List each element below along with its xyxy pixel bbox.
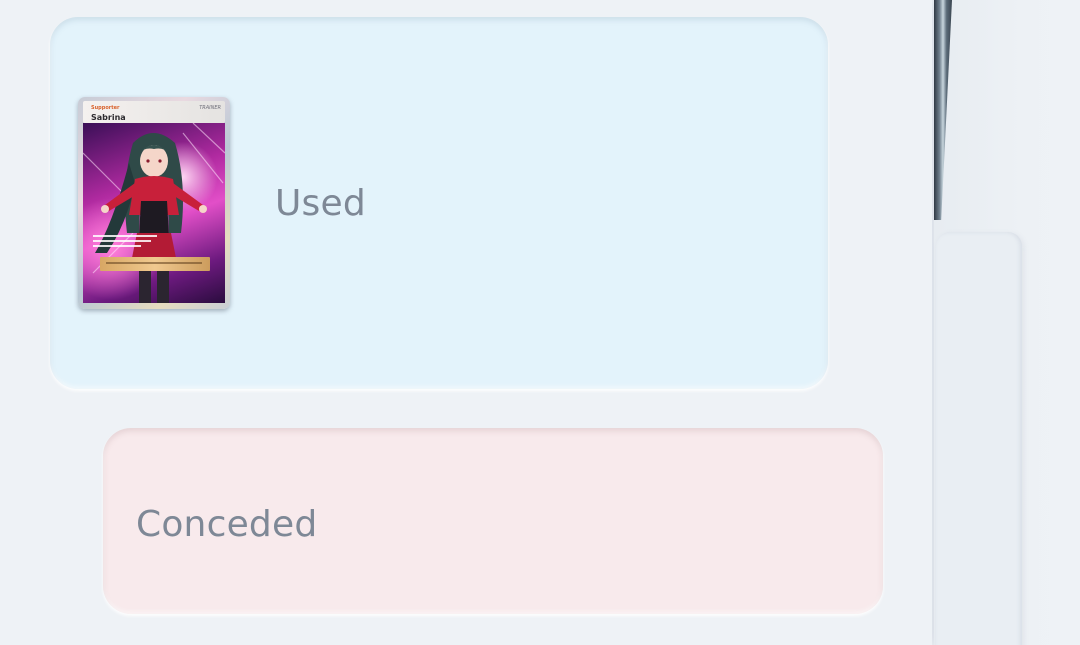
card-name: Sabrina (91, 113, 126, 122)
card-rules-text (93, 235, 157, 253)
card-flavor-box (100, 257, 210, 271)
card-badge: TRAINER (199, 105, 221, 111)
event-label-used: Used (275, 183, 366, 224)
log-entry-conceded[interactable]: Conceded (103, 428, 883, 614)
trading-card-image[interactable]: Supporter TRAINER Sabrina (78, 97, 230, 309)
log-entry-used[interactable]: Supporter TRAINER Sabrina Used (50, 17, 828, 389)
game-log-panel: Supporter TRAINER Sabrina Used Conceded (0, 0, 932, 645)
card-kind: Supporter (91, 105, 120, 111)
card-artwork (83, 123, 225, 303)
game-screen: Supporter TRAINER Sabrina Used Conceded (0, 0, 1080, 645)
event-label-conceded: Conceded (136, 504, 318, 545)
card-header: Supporter TRAINER Sabrina (83, 101, 225, 123)
side-card-slot[interactable] (936, 232, 1022, 645)
character-illustration (83, 123, 225, 303)
